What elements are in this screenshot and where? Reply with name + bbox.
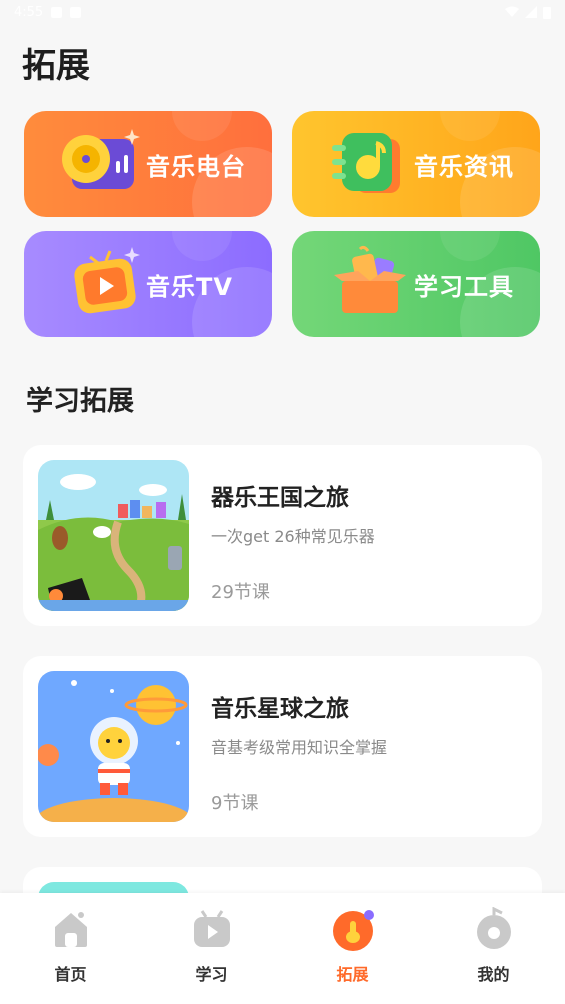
tile-label: 音乐电台 [146,153,246,181]
course-title: 器乐王国之旅 [211,485,349,511]
music-news-tile[interactable]: 音乐资讯 [292,111,540,217]
music-news-icon [332,133,400,193]
course-lesson-count: 29节课 [211,582,270,603]
course-title: 音乐星球之旅 [211,696,349,722]
status-time: 4:55 [14,4,44,20]
course-subtitle: 一次get 26种常见乐器 [211,527,375,546]
tab-mine[interactable]: 我的 [423,893,564,1004]
tab-home[interactable]: 首页 [0,893,141,1004]
profile-icon [476,907,511,949]
battery-icon [543,6,551,19]
toolbox-icon [334,245,406,313]
course-thumbnail [38,671,189,822]
page-title: 拓展 [22,46,90,86]
course-card-music-planet[interactable]: 音乐星球之旅 音基考级常用知识全掌握 9节课 [23,656,542,837]
status-bar: 4:55 [0,0,565,24]
course-subtitle: 音基考级常用知识全掌握 [211,738,388,757]
course-thumbnail [38,460,189,611]
bottom-tab-bar: 首页 学习 拓展 我的 [0,893,565,1004]
home-icon [54,912,87,947]
tab-label: 学习 [195,965,228,984]
signal-icon [525,6,537,18]
tv-icon [193,910,230,947]
tv-icon [74,247,140,314]
tab-label: 我的 [477,965,510,984]
music-radio-tile[interactable]: 音乐电台 [24,111,272,217]
tab-extension[interactable]: 拓展 [282,893,423,1004]
music-tv-tile[interactable]: 音乐TV [24,231,272,337]
tab-label: 首页 [54,965,87,984]
course-card-instrument-kingdom[interactable]: 器乐王国之旅 一次get 26种常见乐器 29节课 [23,445,542,626]
extension-icon [332,910,374,951]
wifi-icon [505,6,519,17]
study-tools-tile[interactable]: 学习工具 [292,231,540,337]
instrument-kingdom-illustration [38,460,189,611]
music-planet-illustration [38,671,189,822]
notification-icon [70,6,82,18]
tab-study[interactable]: 学习 [141,893,282,1004]
tab-label: 拓展 [336,965,369,984]
tile-label: 音乐TV [146,273,233,301]
section-title: 学习拓展 [26,386,134,417]
tile-label: 音乐资讯 [414,153,514,181]
course-lesson-count: 9节课 [211,793,259,814]
radio-icon [62,129,140,189]
notification-icon [51,6,63,18]
tile-label: 学习工具 [414,273,514,301]
